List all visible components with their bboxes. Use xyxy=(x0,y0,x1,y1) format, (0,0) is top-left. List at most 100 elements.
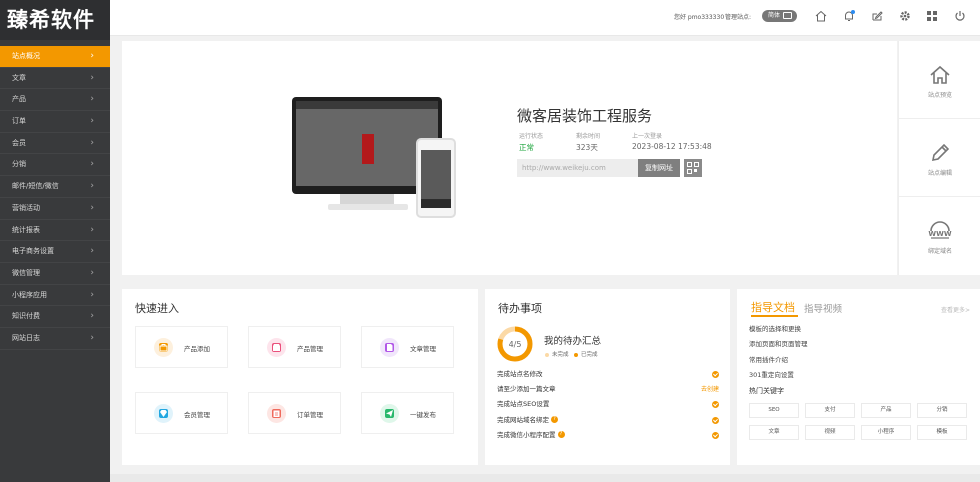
help-icon[interactable]: ? xyxy=(557,431,565,439)
guide-link[interactable]: 模板的选择和更换 xyxy=(749,323,801,333)
sidebar-item-label: 营销活动 xyxy=(12,203,40,212)
monitor-stand xyxy=(340,194,394,204)
site-preview-button[interactable]: 站点预览 xyxy=(899,41,980,119)
todo-item: 请至少添加一篇文章 去创建 xyxy=(497,383,719,396)
quick-card[interactable]: 文章管理 xyxy=(361,326,454,368)
chevron-right-icon: › xyxy=(90,311,94,322)
monitor-icon xyxy=(783,12,792,19)
keyword-tag[interactable]: SEO xyxy=(749,403,799,418)
site-edit-label: 站点编辑 xyxy=(927,170,952,177)
todo-item: 完成网站域名绑定? xyxy=(497,414,719,427)
sidebar-item-label: 统计报表 xyxy=(12,225,40,234)
tab-guide-docs[interactable]: 指导文档 xyxy=(751,299,795,315)
apps-icon[interactable] xyxy=(925,9,939,23)
bell-icon[interactable] xyxy=(842,9,856,23)
language-switch[interactable]: 简体 xyxy=(762,10,797,22)
keyword-tag[interactable]: 产品 xyxy=(861,403,911,418)
quick-access-title: 快速进入 xyxy=(135,302,179,315)
www-globe-icon: WWW xyxy=(928,221,952,239)
guide-link[interactable]: 常用插件介绍 xyxy=(749,354,788,364)
sidebar-item[interactable]: 电子商务设置 › xyxy=(0,241,110,263)
sidebar-item[interactable]: 产品 › xyxy=(0,89,110,112)
chevron-right-icon: › xyxy=(90,137,94,148)
legend-undone: 未完成 xyxy=(545,350,569,358)
manage-site-label: 管理站点: xyxy=(725,14,752,21)
sidebar-item[interactable]: 邮件/短信/微信 › xyxy=(0,176,110,198)
sidebar-item[interactable]: 文章 › xyxy=(0,68,110,90)
gear-icon[interactable] xyxy=(898,9,912,23)
quick-card[interactable]: 一键发布 xyxy=(361,392,454,434)
keyword-tag[interactable]: 分销 xyxy=(917,403,967,418)
guide-link[interactable]: 添加页面和页面管理 xyxy=(749,338,808,348)
sidebar-item-label: 站点概况 xyxy=(12,52,40,60)
sidebar-item-label: 小程序应用 xyxy=(12,290,47,299)
bind-domain-button[interactable]: WWW 绑定域名 xyxy=(899,197,980,275)
create-link[interactable]: 去创建 xyxy=(701,383,719,396)
quick-card[interactable]: 会员管理 xyxy=(135,392,228,434)
last-login-label: 上一次登录 xyxy=(632,133,663,140)
tab-guide-video[interactable]: 指导视频 xyxy=(804,301,842,315)
sidebar-item-label: 订单 xyxy=(12,117,26,126)
site-url-field[interactable]: http://www.weikeju.com xyxy=(517,159,638,177)
todo-item: 完成站点名修改 xyxy=(497,368,719,381)
sidebar-item[interactable]: 知识付费 › xyxy=(0,306,110,328)
chevron-right-icon: › xyxy=(90,159,94,170)
sidebar-item[interactable]: 小程序应用 › xyxy=(0,285,110,307)
keyword-tag[interactable]: 模板 xyxy=(917,425,967,440)
chevron-right-icon: › xyxy=(90,202,94,213)
power-icon[interactable] xyxy=(953,9,967,23)
quick-card[interactable]: 产品添加 xyxy=(135,326,228,368)
quick-card-label: 产品添加 xyxy=(184,345,210,353)
keyword-tag[interactable]: 支付 xyxy=(805,403,855,418)
greeting-text: 您好 pmo333330 xyxy=(674,14,725,21)
days-label: 剩余时间 xyxy=(576,133,601,140)
quick-access-panel: 快速进入 产品添加 产品管理 文章管理会员管理 订单管理 一键发布 xyxy=(122,289,478,465)
help-icon[interactable]: ? xyxy=(551,416,558,424)
hot-keywords-title: 热门关键字 xyxy=(749,387,784,395)
site-actions-panel: 站点预览 站点编辑 WWW 绑定域名 xyxy=(898,41,980,275)
keyword-tag[interactable]: 文章 xyxy=(749,425,799,440)
status-value: 正常 xyxy=(519,143,534,152)
sidebar-item-label: 知识付费 xyxy=(12,312,40,321)
keyword-tag[interactable]: 小程序 xyxy=(861,425,911,440)
sidebar-item[interactable]: 分销 › xyxy=(0,154,110,177)
quick-card-label: 订单管理 xyxy=(297,411,323,419)
site-name: 微客居装饰工程服务 xyxy=(517,107,653,125)
sidebar-item[interactable]: 网站日志 › xyxy=(0,328,110,350)
qr-code-button[interactable] xyxy=(684,159,702,177)
sidebar-item[interactable]: 微信管理 › xyxy=(0,263,110,285)
copy-url-button[interactable]: 复制网址 xyxy=(638,159,680,177)
home-outline-icon xyxy=(930,65,950,84)
edit-icon[interactable] xyxy=(870,9,884,23)
language-label: 简体 xyxy=(768,12,781,19)
check-icon xyxy=(712,431,719,439)
sidebar-item[interactable]: 营销活动 › xyxy=(0,198,110,220)
check-icon xyxy=(712,371,719,378)
days-value: 323天 xyxy=(576,143,598,152)
sidebar-item[interactable]: 统计报表 › xyxy=(0,220,110,242)
sidebar-item[interactable]: 订单 › xyxy=(0,111,110,133)
bind-domain-label: 绑定域名 xyxy=(927,248,952,255)
chevron-right-icon: › xyxy=(90,267,94,278)
todo-progress-text: 4/5 xyxy=(509,340,522,349)
chevron-right-icon: › xyxy=(90,224,94,235)
home-icon[interactable] xyxy=(814,9,828,23)
status-label: 运行状态 xyxy=(519,133,544,140)
chevron-right-icon: › xyxy=(90,181,94,192)
site-edit-button[interactable]: 站点编辑 xyxy=(899,119,980,197)
days-stat: 剩余时间 323天 xyxy=(576,131,600,153)
sidebar-item[interactable]: 会员 › xyxy=(0,133,110,155)
sidebar-item-label: 邮件/短信/微信 xyxy=(12,182,59,191)
guide-link[interactable]: 301重定向设置 xyxy=(749,369,794,379)
logo: 臻希软件 xyxy=(0,0,110,40)
todo-item: 完成站点SEO设置 xyxy=(497,398,719,411)
chevron-right-icon: › xyxy=(90,51,94,61)
sidebar-item-label: 文章 xyxy=(12,73,26,82)
view-more-link[interactable]: 查看更多> xyxy=(941,305,970,314)
sidebar-item-label: 产品 xyxy=(12,95,26,104)
keyword-tag[interactable]: 视频 xyxy=(805,425,855,440)
quick-card[interactable]: 产品管理 xyxy=(248,326,341,368)
quick-card[interactable]: 订单管理 xyxy=(248,392,341,434)
sidebar-item[interactable]: 站点概况 › xyxy=(0,46,110,68)
legend-done: 已完成 xyxy=(574,350,598,358)
